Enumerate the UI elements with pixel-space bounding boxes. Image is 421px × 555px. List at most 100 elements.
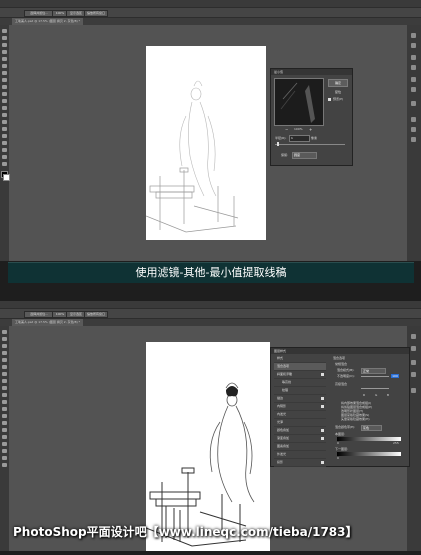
blend-if-select[interactable]: 灰色 [361,425,382,431]
libraries-panel-icon[interactable] [411,77,416,82]
pen-tool-icon[interactable] [2,127,7,131]
properties-panel-icon[interactable] [411,43,416,48]
stamp-tool-icon[interactable] [2,85,7,89]
style-item-inner-glow[interactable]: 内发光 [274,411,326,419]
path-select-tool-icon[interactable] [2,141,7,145]
eyedropper-tool-icon[interactable] [2,365,7,369]
style-item-blending-options[interactable]: 混合选项 [274,363,326,371]
style-checkbox[interactable] [321,429,324,432]
style-item-gradient-overlay[interactable]: 渐变叠加 [274,435,326,443]
swatches-panel-icon[interactable] [411,65,416,70]
radius-input[interactable]: 1 [289,135,310,142]
style-checkbox[interactable] [321,405,324,408]
zoom-all-windows-button[interactable]: 缩放所有窗口 [84,311,108,318]
style-item-contour[interactable]: 等高线 [274,379,326,387]
opacity-slider[interactable] [361,376,389,377]
style-item-satin[interactable]: 光泽 [274,419,326,427]
select-and-mask-button[interactable]: 选择并遮住... [24,311,54,318]
channel-r[interactable]: R [363,393,365,397]
magic-wand-tool-icon[interactable] [2,50,7,54]
layers-panel-icon[interactable] [411,117,416,122]
document-tab[interactable]: 工笔美人.psd @ 17.5% (图层 拷贝 2, 灰色/8) * [12,319,84,326]
blur-tool-icon[interactable] [2,414,7,418]
swatches-panel-icon[interactable] [411,372,416,377]
marquee-tool-icon[interactable] [2,337,7,341]
document-canvas[interactable] [145,46,266,240]
eraser-tool-icon[interactable] [2,99,7,103]
show-selection-button[interactable]: 显示选区 [66,311,86,318]
opacity-input[interactable]: 100 [391,374,399,378]
radius-slider[interactable] [275,144,345,145]
eraser-tool-icon[interactable] [2,400,7,404]
crop-tool-icon[interactable] [2,57,7,61]
advanced-fill-slider[interactable] [361,388,389,389]
brush-tool-icon[interactable] [2,78,7,82]
style-item-stroke[interactable]: 描边 [274,395,326,403]
zoom-all-windows-button[interactable]: 缩放所有窗口 [84,10,108,17]
zoom-in-icon[interactable]: + [309,127,312,132]
channel-b[interactable]: B [387,393,389,397]
layers-panel-icon[interactable] [411,388,416,393]
history-panel-icon[interactable] [411,334,416,339]
style-checkbox[interactable] [321,461,324,464]
paths-panel-icon[interactable] [411,137,416,142]
color-panel-icon[interactable] [411,55,416,60]
dodge-tool-icon[interactable] [2,120,7,124]
style-item-bevel-emboss[interactable]: 斜面和浮雕 [274,371,326,379]
background-color-swatch[interactable] [3,174,10,181]
blend-mode-select[interactable]: 正常 [361,368,386,374]
brush-tool-icon[interactable] [2,379,7,383]
channels-panel-icon[interactable] [411,127,416,132]
eyedropper-tool-icon[interactable] [2,64,7,68]
style-item-color-overlay[interactable]: 颜色叠加 [274,427,326,435]
hand-tool-icon[interactable] [2,155,7,159]
type-tool-icon[interactable] [2,435,7,439]
color-panel-icon[interactable] [411,360,416,365]
stamp-tool-icon[interactable] [2,386,7,390]
history-panel-icon[interactable] [411,33,416,38]
style-item-styles[interactable]: 样式 [274,355,326,363]
dodge-tool-icon[interactable] [2,421,7,425]
channel-g[interactable]: G [375,393,377,397]
lasso-tool-icon[interactable] [2,43,7,47]
underlying-layer-gradient[interactable] [337,452,401,456]
marquee-tool-icon[interactable] [2,36,7,40]
reset-button[interactable]: 复位 [328,88,348,96]
path-select-tool-icon[interactable] [2,442,7,446]
style-item-inner-shadow[interactable]: 内阴影 [274,403,326,411]
style-checkbox[interactable] [321,373,324,376]
style-item-outer-glow[interactable]: 外发光 [274,451,326,459]
healing-tool-icon[interactable] [2,372,7,376]
document-tab[interactable]: 工笔美人.psd @ 17.5% (图层 拷贝 2, 灰色/8) * [12,18,84,25]
style-item-pattern-overlay[interactable]: 图案叠加 [274,443,326,451]
magic-wand-tool-icon[interactable] [2,351,7,355]
checkbox-vector-mask-hides[interactable]: 矢量蒙版隐藏效果(H) [341,417,370,421]
zoom-tool-icon[interactable] [2,162,7,166]
preview-checkbox[interactable] [328,98,331,101]
style-checkbox[interactable] [321,397,324,400]
zoom-out-icon[interactable]: − [285,127,288,132]
preserve-select[interactable]: 圆度 [292,152,317,159]
zoom-tool-icon[interactable] [2,463,7,467]
document-canvas[interactable] [145,342,270,551]
style-item-texture[interactable]: 纹理 [274,387,326,395]
move-tool-icon[interactable] [2,29,7,33]
select-and-mask-button[interactable]: 选择并遮住... [24,10,54,17]
show-selection-button[interactable]: 显示选区 [66,10,86,17]
crop-tool-icon[interactable] [2,358,7,362]
healing-tool-icon[interactable] [2,71,7,75]
gradient-tool-icon[interactable] [2,106,7,110]
pen-tool-icon[interactable] [2,428,7,432]
type-tool-icon[interactable] [2,134,7,138]
shape-tool-icon[interactable] [2,449,7,453]
properties-panel-icon[interactable] [411,346,416,351]
lasso-tool-icon[interactable] [2,344,7,348]
ok-button[interactable]: 确定 [328,79,348,87]
blur-tool-icon[interactable] [2,113,7,117]
gradient-tool-icon[interactable] [2,407,7,411]
history-brush-tool-icon[interactable] [2,393,7,397]
history-brush-tool-icon[interactable] [2,92,7,96]
shape-tool-icon[interactable] [2,148,7,152]
move-tool-icon[interactable] [2,330,7,334]
style-checkbox[interactable] [321,437,324,440]
